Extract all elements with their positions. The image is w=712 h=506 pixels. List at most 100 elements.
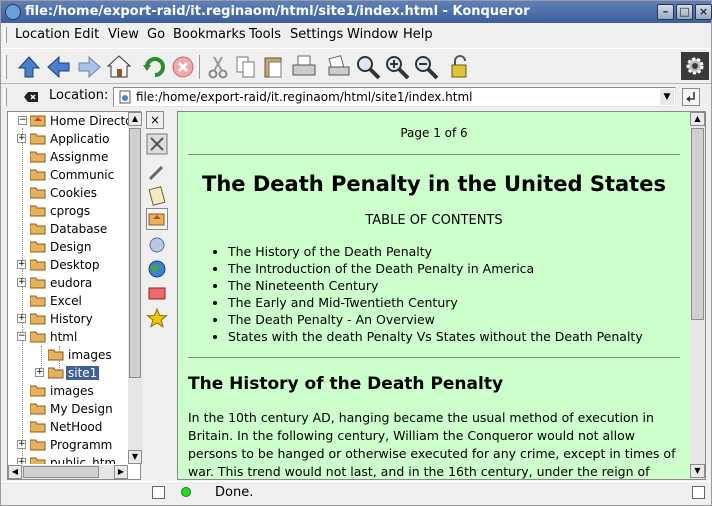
- tree-label: images: [68, 348, 112, 362]
- up-arrow-icon[interactable]: [15, 53, 43, 81]
- link-view-checkbox-right[interactable]: [692, 486, 705, 499]
- home-folder-icon: [29, 114, 46, 127]
- zoom-in-icon[interactable]: [383, 53, 411, 81]
- toc-item[interactable]: The History of the Death Penalty: [228, 243, 643, 260]
- tree-label: Desktop: [50, 258, 100, 272]
- location-url[interactable]: file:/home/export-raid/it.reginaom/html/…: [136, 90, 473, 104]
- menu-go[interactable]: Go: [147, 27, 165, 42]
- expand-toggle[interactable]: +: [17, 440, 26, 449]
- scroll-right-button[interactable]: ▶: [114, 465, 128, 479]
- sidebar-home-folder-icon[interactable]: [146, 208, 168, 230]
- location-field[interactable]: file:/home/export-raid/it.reginaom/html/…: [113, 87, 676, 107]
- toolbar-grip[interactable]: [4, 55, 7, 79]
- sidebar-bookmarks-folder-icon[interactable]: [146, 282, 168, 304]
- sidebar-globe-icon[interactable]: [146, 258, 168, 280]
- menu-settings[interactable]: Settings: [290, 27, 343, 42]
- expand-toggle[interactable]: +: [17, 278, 26, 287]
- paste-icon[interactable]: [260, 53, 288, 81]
- scroll-up-button[interactable]: ▲: [690, 112, 705, 126]
- print-preview-icon[interactable]: [325, 53, 353, 81]
- scroll-thumb[interactable]: [691, 128, 704, 320]
- expand-toggle[interactable]: +: [17, 314, 26, 323]
- collapse-toggle[interactable]: −: [17, 332, 26, 341]
- menu-window[interactable]: Window: [347, 27, 398, 42]
- expand-toggle[interactable]: +: [17, 260, 26, 269]
- konqueror-app-icon[interactable]: [5, 4, 21, 20]
- tree-label: Cookies: [50, 186, 97, 200]
- tree-label: Assignme: [50, 150, 109, 164]
- close-button[interactable]: ×: [695, 4, 712, 20]
- tree-vertical-scrollbar[interactable]: ▲ ▼: [128, 112, 142, 464]
- stop-icon[interactable]: [169, 53, 197, 81]
- expand-toggle[interactable]: +: [17, 134, 26, 143]
- sidebar-config-icon[interactable]: [146, 133, 168, 155]
- home-icon[interactable]: [105, 53, 133, 81]
- sidebar-tools-icon[interactable]: [146, 161, 168, 183]
- toc-item[interactable]: States with the death Penalty Vs States …: [228, 328, 643, 345]
- tree-label: My Design: [50, 402, 113, 416]
- sidebar-history-icon[interactable]: [146, 185, 168, 207]
- toc-item[interactable]: The Death Penalty - An Overview: [228, 311, 643, 328]
- tree-horizontal-scrollbar[interactable]: ◀ ▶: [8, 465, 128, 479]
- status-indicator-icon: [181, 487, 191, 497]
- scroll-thumb[interactable]: [129, 128, 141, 378]
- collapse-toggle[interactable]: −: [18, 116, 27, 125]
- folder-icon: [29, 276, 46, 289]
- location-dropdown-button[interactable]: ▼: [660, 89, 674, 105]
- minimize-button[interactable]: –: [657, 4, 674, 20]
- menu-location[interactable]: Location: [15, 27, 70, 42]
- expand-toggle[interactable]: +: [35, 368, 44, 377]
- status-bar: Done.: [1, 481, 711, 505]
- section-paragraph: In the 10th century AD, hanging became t…: [188, 410, 676, 479]
- link-view-checkbox[interactable]: [152, 486, 165, 499]
- location-bar: Location: file:/home/export-raid/it.regi…: [1, 85, 711, 109]
- expand-toggle[interactable]: +: [17, 458, 26, 464]
- tree-label: site1: [66, 366, 100, 380]
- horizontal-rule: [188, 357, 680, 358]
- page-vertical-scrollbar[interactable]: ▲ ▼: [690, 112, 705, 479]
- zoom-icon[interactable]: [354, 53, 382, 81]
- main-toolbar: [1, 48, 711, 84]
- cut-icon[interactable]: [204, 53, 232, 81]
- clear-location-icon[interactable]: [23, 89, 39, 105]
- toc-item[interactable]: The Introduction of the Death Penalty in…: [228, 260, 643, 277]
- toc-list: The History of the Death Penalty The Int…: [210, 243, 643, 345]
- title-bar[interactable]: file:/home/export-raid/it.reginaom/html/…: [1, 1, 712, 23]
- tree-label: images: [50, 384, 94, 398]
- tree-label: cprogs: [50, 204, 91, 218]
- go-button[interactable]: [682, 88, 700, 106]
- sidebar-star-icon[interactable]: [146, 307, 168, 329]
- location-label: Location:: [49, 88, 109, 103]
- toc-item[interactable]: The Nineteenth Century: [228, 277, 643, 294]
- tree-label: Programm: [50, 438, 113, 452]
- menu-tools[interactable]: Tools: [249, 27, 281, 42]
- sidebar-network-icon[interactable]: [146, 234, 168, 256]
- scroll-left-button[interactable]: ◀: [8, 465, 22, 479]
- page-title: The Death Penalty in the United States: [202, 172, 666, 196]
- forward-arrow-icon[interactable]: [75, 53, 103, 81]
- sidebar-button-bar: ×: [143, 111, 173, 480]
- locationbar-grip[interactable]: [4, 88, 7, 106]
- copy-icon[interactable]: [232, 53, 260, 81]
- scroll-thumb-horizontal[interactable]: [23, 466, 99, 478]
- menu-help[interactable]: Help: [403, 27, 433, 42]
- zoom-out-icon[interactable]: [412, 53, 440, 81]
- scroll-down-button[interactable]: ▼: [690, 464, 705, 478]
- close-sidebar-button[interactable]: ×: [146, 111, 164, 129]
- back-arrow-icon[interactable]: [45, 53, 73, 81]
- folder-icon: [29, 132, 46, 145]
- menu-bookmarks[interactable]: Bookmarks: [173, 27, 246, 42]
- tree-label: Design: [50, 240, 92, 254]
- menu-view[interactable]: View: [108, 27, 139, 42]
- maximize-button[interactable]: □: [676, 4, 693, 20]
- konqueror-gear-icon[interactable]: [681, 52, 709, 80]
- toc-item[interactable]: The Early and Mid-Twentieth Century: [228, 294, 643, 311]
- scroll-up-button[interactable]: ▲: [128, 112, 142, 126]
- menubar-grip[interactable]: [4, 27, 7, 43]
- print-icon[interactable]: [290, 53, 318, 81]
- security-lock-icon[interactable]: [446, 53, 474, 81]
- scroll-down-button[interactable]: ▼: [128, 450, 142, 464]
- menu-edit[interactable]: Edit: [74, 27, 99, 42]
- reload-icon[interactable]: [141, 53, 169, 81]
- navigation-panel: − Home Directo + Applicatio Assignme Commun…: [7, 111, 142, 480]
